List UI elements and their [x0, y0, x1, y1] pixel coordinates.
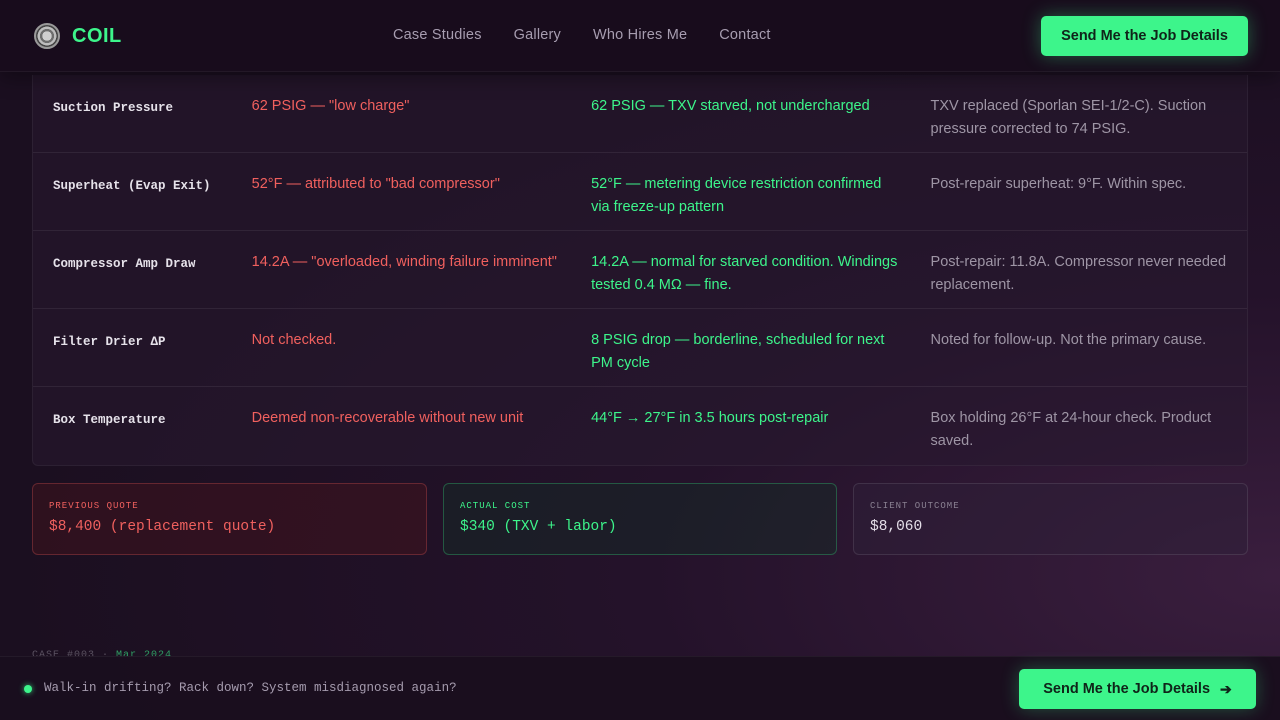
client-outcome-label: Client Outcome: [870, 501, 960, 511]
bottom-cta-label: Send Me the Job Details: [1043, 681, 1211, 697]
client-outcome-value: $8,060: [870, 519, 923, 535]
previous-quote-label: Previous Quote: [49, 501, 139, 511]
client-outcome-card: Client Outcome $8,060: [853, 483, 1248, 555]
sticky-bottom-bar: Walk-in drifting? Rack down? System misd…: [0, 656, 1280, 720]
actual-finding-cell: 8 PSIG drop — borderline, scheduled for …: [591, 332, 885, 371]
bottom-bar-message: Walk-in drifting? Rack down? System misd…: [44, 681, 457, 695]
previous-quote-card: Previous Quote $8,400 (replacement quote…: [32, 483, 427, 555]
nav-case-studies[interactable]: Case Studies: [393, 27, 482, 43]
metric-cell: Suction Pressure: [53, 101, 174, 115]
metric-cell: Box Temperature: [53, 413, 166, 427]
result-cell: Noted for follow-up. Not the primary cau…: [930, 332, 1207, 348]
arrow-right-icon: ➔: [1220, 680, 1232, 697]
nav-gallery[interactable]: Gallery: [514, 27, 561, 43]
brand-name: COIL: [72, 24, 122, 47]
send-job-details-button[interactable]: Send Me the Job Details: [1041, 16, 1248, 56]
status-dot-icon: [24, 685, 32, 693]
actual-finding-cell: 14.2A — normal for starved condition. Wi…: [591, 254, 898, 293]
metric-cell: Superheat (Evap Exit): [53, 179, 211, 193]
metric-cell: Filter Drier ΔP: [53, 335, 166, 349]
table-row: Superheat (Evap Exit) 52°F — attributed …: [33, 153, 1247, 231]
previous-diagnosis-cell: 52°F — attributed to "bad compressor": [251, 176, 500, 192]
actual-finding-cell: 44°F → 27°F in 3.5 hours post-repair: [591, 410, 829, 426]
nav-contact[interactable]: Contact: [719, 27, 770, 43]
result-cell: Post-repair superheat: 9°F. Within spec.: [930, 176, 1187, 192]
previous-diagnosis-cell: 62 PSIG — "low charge": [251, 98, 410, 114]
previous-diagnosis-cell: Deemed non-recoverable without new unit: [251, 410, 524, 426]
previous-quote-value: $8,400 (replacement quote): [49, 519, 276, 535]
actual-cost-label: Actual Cost: [460, 501, 531, 511]
metric-cell: Compressor Amp Draw: [53, 257, 196, 271]
table-row: Suction Pressure 62 PSIG — "low charge" …: [33, 75, 1247, 153]
previous-diagnosis-cell: Not checked.: [251, 332, 337, 348]
bottom-send-job-details-button[interactable]: Send Me the Job Details ➔: [1019, 669, 1256, 709]
main-nav: Case Studies Gallery Who Hires Me Contac…: [393, 27, 803, 43]
actual-finding-cell: 62 PSIG — TXV starved, not undercharged: [591, 98, 870, 114]
actual-finding-cell: 52°F — metering device restriction confi…: [591, 176, 882, 215]
brand[interactable]: COIL: [34, 23, 122, 49]
result-cell: Post-repair: 11.8A. Compressor never nee…: [930, 254, 1227, 293]
table-row: Filter Drier ΔP Not checked. 8 PSIG drop…: [33, 309, 1247, 387]
result-cell: TXV replaced (Sporlan SEI-1/2-C). Suctio…: [930, 98, 1207, 137]
previous-diagnosis-cell: 14.2A — "overloaded, winding failure imm…: [251, 254, 557, 270]
result-cell: Box holding 26°F at 24-hour check. Produ…: [930, 410, 1212, 449]
diagnosis-comparison-table: Suction Pressure 62 PSIG — "low charge" …: [32, 75, 1248, 466]
table-row: Box Temperature Deemed non-recoverable w…: [33, 387, 1247, 465]
table-row: Compressor Amp Draw 14.2A — "overloaded,…: [33, 231, 1247, 309]
actual-cost-card: Actual Cost $340 (TXV + labor): [443, 483, 837, 555]
coil-badge-icon: [34, 23, 60, 49]
actual-cost-value: $340 (TXV + labor): [460, 519, 617, 535]
site-header: COIL Case Studies Gallery Who Hires Me C…: [0, 0, 1280, 72]
nav-who-hires-me[interactable]: Who Hires Me: [593, 27, 687, 43]
